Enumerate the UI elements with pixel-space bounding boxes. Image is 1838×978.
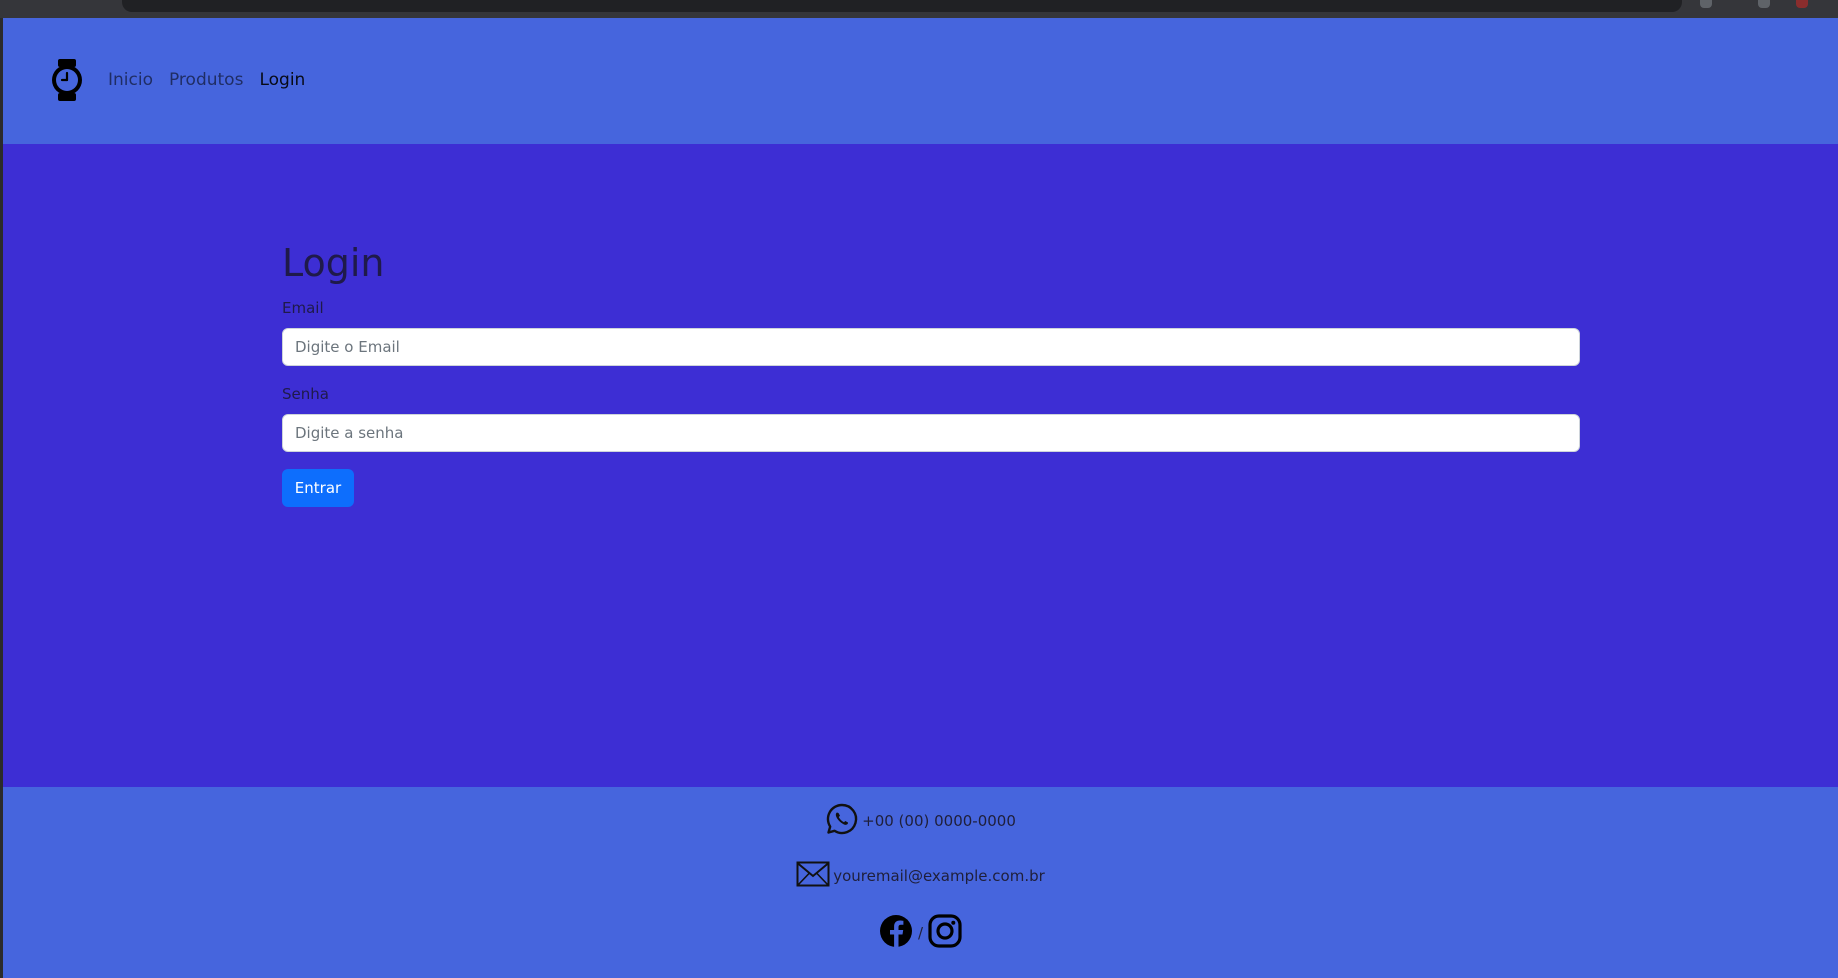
- browser-toolbar-strip: [0, 0, 1838, 18]
- footer-email: youremail@example.com.br: [3, 861, 1838, 891]
- email-label: Email: [282, 299, 324, 317]
- page: Inicio Produtos Login Login Email Senha …: [3, 18, 1838, 978]
- navbar: Inicio Produtos Login: [3, 18, 1838, 144]
- phone-text: +00 (00) 0000-0000: [862, 812, 1016, 830]
- envelope-icon[interactable]: [796, 861, 830, 891]
- footer-social: /: [3, 914, 1838, 952]
- password-label: Senha: [282, 385, 329, 403]
- nav-links: Inicio Produtos Login: [108, 70, 305, 90]
- whatsapp-icon[interactable]: [825, 802, 859, 840]
- footer: +00 (00) 0000-0000 youremail@example.com…: [3, 787, 1838, 978]
- password-field[interactable]: [282, 414, 1580, 452]
- nav-link-produtos[interactable]: Produtos: [169, 70, 243, 90]
- nav-link-inicio[interactable]: Inicio: [108, 70, 153, 90]
- browser-extension-icon[interactable]: [1700, 0, 1712, 8]
- facebook-icon[interactable]: [879, 914, 913, 952]
- submit-button[interactable]: Entrar: [282, 469, 354, 507]
- login-section: Login Email Senha Entrar: [3, 144, 1838, 787]
- email-text: youremail@example.com.br: [833, 867, 1045, 885]
- footer-phone: +00 (00) 0000-0000: [3, 802, 1838, 840]
- nav-link-login[interactable]: Login: [259, 70, 305, 90]
- social-separator: /: [917, 924, 924, 942]
- email-field[interactable]: [282, 328, 1580, 366]
- browser-tab-icon[interactable]: [1758, 0, 1770, 8]
- instagram-icon[interactable]: [928, 914, 962, 952]
- browser-address-bar[interactable]: [122, 0, 1682, 12]
- watch-icon[interactable]: [49, 59, 85, 101]
- browser-profile-icon[interactable]: [1796, 0, 1808, 8]
- page-title: Login: [282, 241, 385, 285]
